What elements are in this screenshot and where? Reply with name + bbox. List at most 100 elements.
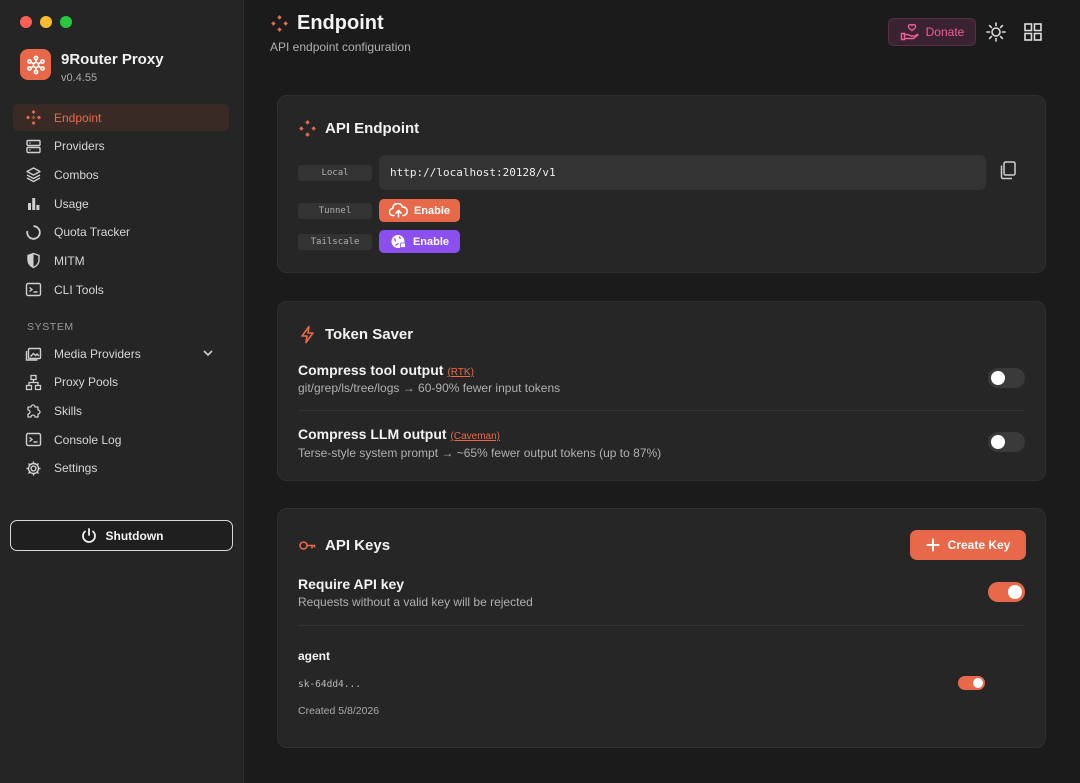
sidebar-item-label: Endpoint [54,110,102,125]
close-window-button[interactable] [20,16,32,28]
page-title: Endpoint [270,12,411,35]
page-header: Endpoint API endpoint configuration [270,12,411,54]
app-logo-icon [20,49,51,80]
local-label-chip: Local [298,165,372,181]
sidebar-item-quota-tracker[interactable]: Quota Tracker [13,219,229,246]
card-title-text: API Endpoint [325,120,420,137]
divider [298,625,1025,626]
sidebar-item-skills[interactable]: Skills [13,397,229,424]
globe-lock-icon [391,235,406,248]
image-stack-icon [25,345,42,362]
sidebar-item-label: Settings [54,461,98,476]
lightning-icon [301,325,314,344]
shield-icon [25,252,42,269]
terminal-icon [25,281,42,298]
sidebar-item-mitm[interactable]: MITM [13,247,229,274]
key-icon [299,541,316,550]
compress-tool-output-toggle[interactable] [988,368,1025,388]
card-title: API Keys [298,536,390,555]
sidebar-nav: Endpoint Providers Combos Usage Quota Tr… [13,104,229,305]
caveman-tag-link[interactable]: (Caveman) [451,431,500,442]
card-title: API Endpoint [298,119,419,138]
progress-ring-icon [25,224,42,241]
api-key-enabled-toggle[interactable] [958,676,985,690]
tunnel-label-chip: Tunnel [298,203,372,219]
divider [298,410,1025,411]
heart-hand-icon [900,23,919,41]
plus-icon [926,538,940,552]
endpoint-diamond-icon [271,15,288,32]
require-api-key-desc: Requests without a valid key will be rej… [298,595,533,609]
shutdown-button[interactable]: Shutdown [10,520,233,551]
sidebar-item-settings[interactable]: Settings [13,455,229,482]
tailscale-enable-button[interactable]: Enable [379,230,460,253]
card-title-text: API Keys [325,537,391,554]
tunnel-enable-button[interactable]: Enable [379,199,460,222]
theme-toggle-sun-icon[interactable] [985,21,1007,43]
toggle-knob [991,371,1005,385]
sidebar-item-label: MITM [54,253,85,268]
compress-tool-output-title: Compress tool output (RTK) [298,362,474,378]
create-key-label: Create Key [947,538,1011,552]
puzzle-icon [25,402,42,419]
sidebar-item-label: Proxy Pools [54,375,119,390]
toggle-knob [991,435,1005,449]
compress-llm-output-toggle[interactable] [988,432,1025,452]
app-version: v0.4.55 [61,72,98,84]
gear-icon [25,460,42,477]
require-api-key-toggle[interactable] [988,582,1025,602]
app-name: 9Router Proxy [61,51,164,68]
api-key-value: sk-64dd4... [298,679,361,690]
sidebar-item-label: Usage [54,196,89,211]
token-saver-card: Token Saver Compress tool output (RTK) gi… [277,301,1046,481]
layers-icon [25,166,42,183]
copy-icon[interactable] [997,159,1019,181]
brand: 9Router Proxy v0.4.55 [20,49,164,84]
window-controls [20,16,72,28]
sidebar-item-media-providers[interactable]: Media Providers [13,340,229,367]
sidebar-item-label: Combos [54,167,99,182]
require-api-key-title: Require API key [298,576,405,592]
donate-label: Donate [925,25,965,39]
cloud-upload-icon [388,203,408,218]
compress-llm-output-desc: Terse-style system prompt → ~65% fewer o… [298,446,662,460]
sidebar-item-label: Quota Tracker [54,225,131,240]
sidebar-item-endpoint[interactable]: Endpoint [13,104,229,131]
tailscale-label-chip: Tailscale [298,234,372,250]
toggle-knob [1008,585,1022,599]
page-subtitle: API endpoint configuration [270,40,411,54]
api-endpoint-card: API Endpoint Local http://localhost:2012… [277,95,1046,273]
main-content: Endpoint API endpoint configuration Dona… [245,0,1080,783]
sidebar-item-proxy-pools[interactable]: Proxy Pools [13,369,229,396]
grid-view-icon[interactable] [1022,21,1044,43]
sidebar-item-cli-tools[interactable]: CLI Tools [13,276,229,303]
endpoint-diamond-icon [299,120,316,137]
minimize-window-button[interactable] [40,16,52,28]
sidebar-item-usage[interactable]: Usage [13,190,229,217]
compress-llm-output-title: Compress LLM output (Caveman) [298,426,500,442]
row-title-text: Compress LLM output [298,426,447,442]
create-key-button[interactable]: Create Key [910,530,1026,560]
api-key-created-date: Created 5/8/2026 [298,705,380,717]
donate-button[interactable]: Donate [888,18,976,46]
sidebar-item-combos[interactable]: Combos [13,161,229,188]
sidebar-item-label: Media Providers [54,346,141,361]
tailscale-enable-label: Enable [412,235,450,248]
zoom-window-button[interactable] [60,16,72,28]
compress-tool-output-desc: git/grep/ls/tree/logs → 60-90% fewer inp… [298,381,561,395]
row-title-text: Compress tool output [298,362,444,378]
card-title-text: Token Saver [325,326,414,343]
bar-chart-icon [25,195,42,212]
card-title: Token Saver [298,325,413,344]
sidebar-item-console-log[interactable]: Console Log [13,426,229,453]
local-url-field[interactable]: http://localhost:20128/v1 [379,155,986,190]
sidebar-item-label: Console Log [54,432,122,447]
api-key-name: agent [298,649,331,663]
toggle-knob [973,678,983,688]
endpoint-diamond-icon [25,109,42,126]
sidebar-item-label: CLI Tools [54,282,104,297]
rtk-tag-link[interactable]: (RTK) [447,367,473,378]
chevron-down-icon[interactable] [201,346,215,360]
sidebar-item-providers[interactable]: Providers [13,133,229,160]
page-title-text: Endpoint [297,12,384,34]
